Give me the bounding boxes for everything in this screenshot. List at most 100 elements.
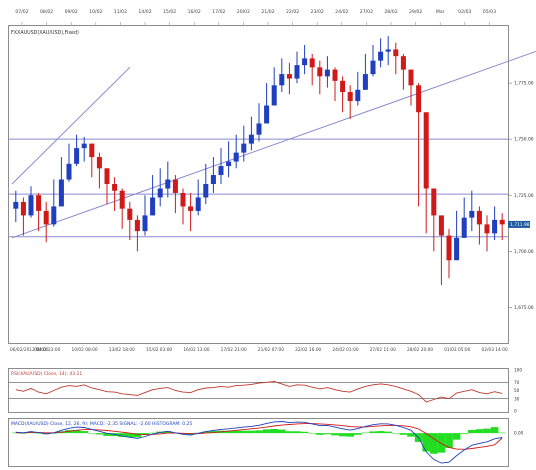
candle-body xyxy=(256,123,262,135)
macd-histogram-bar xyxy=(88,432,96,434)
bottom-date-label: 16/02 13:00 xyxy=(183,347,209,353)
top-date-label: 11/02 xyxy=(114,9,127,15)
candle-body xyxy=(13,201,19,209)
candle-body xyxy=(431,188,437,216)
macd-histogram-bar xyxy=(270,429,278,434)
macd-histogram-bar xyxy=(255,430,263,434)
macd-histogram-bar xyxy=(498,432,506,434)
top-date-label: 21/02 xyxy=(261,9,274,15)
top-date-label: 02/03 xyxy=(458,9,471,15)
macd-histogram-bar xyxy=(331,433,339,436)
candle-body xyxy=(446,235,452,261)
candle-body xyxy=(438,215,444,236)
candle-body xyxy=(43,210,49,225)
rsi-tick-label: 30 xyxy=(514,396,520,401)
macd-histogram-bar xyxy=(407,433,415,437)
candle-body xyxy=(286,74,292,79)
macd-histogram-bar xyxy=(80,431,88,434)
candle-body xyxy=(469,210,475,218)
macd-histogram-bar xyxy=(293,431,301,434)
candle-body xyxy=(324,69,330,77)
rsi-label: RSI(XAU/USD) Close, 14): 43.11 xyxy=(11,371,82,377)
candle-body xyxy=(271,85,277,106)
candle-body xyxy=(241,143,247,153)
bottom-date-label: 28/02 20:00 xyxy=(407,347,433,353)
candle-body xyxy=(195,197,201,211)
macd-histogram-bar xyxy=(240,430,248,434)
top-date-label: Mar xyxy=(436,9,445,15)
macd-histogram-bar xyxy=(384,431,392,434)
bottom-date-label: 27/02 11:00 xyxy=(370,347,396,353)
candle-body xyxy=(340,80,346,93)
top-date-label: 20/02 xyxy=(237,9,250,15)
y-tick-label: 1,725.00 xyxy=(514,193,534,199)
candle-body xyxy=(104,168,110,184)
candle-body xyxy=(332,69,338,81)
candle-body xyxy=(218,166,224,176)
top-date-label: 09/02 xyxy=(65,9,78,15)
candle-body xyxy=(294,65,300,79)
top-date-label: 10/02 xyxy=(89,9,102,15)
candle-body xyxy=(134,219,140,232)
y-tick-label: 1,675.00 xyxy=(514,305,534,311)
macd-histogram-bar xyxy=(369,431,377,434)
macd-histogram-bar xyxy=(475,429,484,434)
top-date-label: 29/02 xyxy=(409,9,422,15)
macd-histogram-bar xyxy=(437,433,446,453)
rsi-tick-label: 70 xyxy=(514,380,520,385)
chart-title: FXXAUUSD(XAU/USD),Fixed) xyxy=(11,30,79,36)
bottom-date-label: 22/02 16:00 xyxy=(295,347,321,353)
rsi-tick-label: 100 xyxy=(514,368,522,373)
candle-body xyxy=(20,201,26,216)
candle-body xyxy=(157,188,163,198)
candle-body xyxy=(317,67,323,77)
top-date-label: 24/02 xyxy=(335,9,348,15)
macd-histogram-bar xyxy=(232,430,240,434)
candle-body xyxy=(119,190,125,209)
macd-histogram-bar xyxy=(323,433,332,435)
candle-body xyxy=(408,69,414,86)
candle-body xyxy=(423,112,429,189)
candle-body xyxy=(492,219,498,234)
rsi-tick-label: 50 xyxy=(514,388,520,393)
bottom-date-label: 13/02 18:00 xyxy=(109,347,135,353)
bottom-date-label: 02/03 14:00 xyxy=(482,347,508,353)
top-date-label: 17/02 xyxy=(212,9,225,15)
rsi-tick-label: 0 xyxy=(514,409,517,414)
bottom-date-label: 10/02 08:00 xyxy=(71,347,97,353)
candle-body xyxy=(210,175,216,184)
top-date-label: 16/02 xyxy=(188,9,201,15)
candle-body xyxy=(127,208,133,220)
candle-body xyxy=(81,143,87,149)
candle-body xyxy=(36,195,42,211)
top-date-label: 14/02 xyxy=(138,9,151,15)
candle-body xyxy=(58,179,64,207)
candle-body xyxy=(66,163,72,180)
candle-body xyxy=(28,195,34,216)
macd-histogram-bar xyxy=(262,429,271,434)
macd-histogram-bar xyxy=(354,433,362,435)
candle-body xyxy=(188,206,194,211)
chart-canvas[interactable]: FXXAUUSD(XAU/USD),Fixed) RSI(XAU/USD) Cl… xyxy=(0,0,536,470)
candle-body xyxy=(51,206,57,225)
candle-body xyxy=(264,105,270,124)
candle-body xyxy=(248,134,254,144)
macd-histogram-bar xyxy=(468,429,476,434)
candle-body xyxy=(74,148,80,164)
macd-histogram-bar xyxy=(452,433,461,440)
macd-histogram-bar xyxy=(300,431,309,434)
candle-body xyxy=(378,51,384,61)
candle-body xyxy=(112,184,118,191)
rsi-panel xyxy=(8,368,509,413)
candle-body xyxy=(180,192,186,207)
macd-histogram-bar xyxy=(247,430,256,434)
top-date-label: 23/02 xyxy=(311,9,324,15)
bottom-date-label: 17/02 21:00 xyxy=(221,347,247,353)
macd-histogram-bar xyxy=(285,431,294,434)
macd-histogram-bar xyxy=(361,432,370,434)
macd-histogram-bar xyxy=(95,433,104,435)
bottom-date-label: 01/03 05:00 xyxy=(444,347,470,353)
candle-body xyxy=(347,92,353,102)
top-date-label: 08/02 xyxy=(40,9,53,15)
macd-zero-label: 0.00 xyxy=(514,431,524,436)
